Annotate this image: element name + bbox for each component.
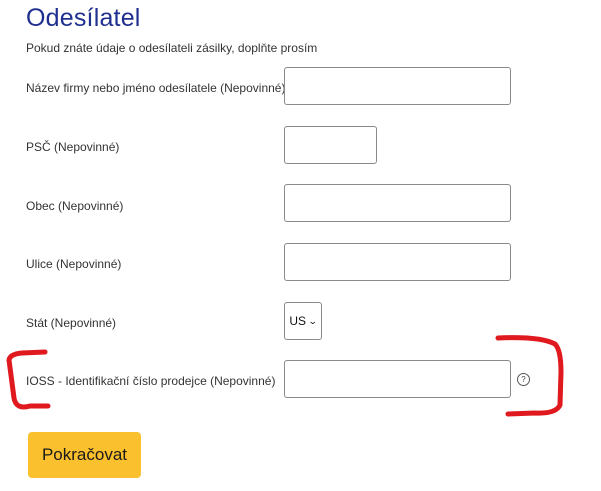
street-label: Ulice (Nepovinné) [26, 257, 122, 271]
ioss-field[interactable] [284, 360, 511, 398]
continue-button[interactable]: Pokračovat [28, 432, 141, 478]
country-label: Stát (Nepovinné) [26, 316, 117, 330]
city-field[interactable] [284, 184, 511, 222]
chevron-down-icon: ⌄ [307, 315, 318, 326]
ioss-label: IOSS - Identifikační číslo prodejce (Nep… [26, 374, 276, 388]
city-label: Obec (Nepovinné) [26, 199, 124, 213]
section-intro: Pokud znáte údaje o odesílateli zásilky,… [26, 41, 318, 55]
country-select[interactable]: US ⌄ [284, 302, 322, 340]
country-select-value: US [289, 314, 307, 328]
company-label: Název firmy nebo jméno odesílatele (Nepo… [26, 81, 286, 95]
zip-field[interactable] [284, 126, 377, 164]
question-circle-icon[interactable]: ? [517, 373, 530, 386]
sender-form: Odesílatel Pokud znáte údaje o odesílate… [0, 0, 601, 491]
company-name-field[interactable] [284, 67, 511, 105]
zip-label: PSČ (Nepovinné) [26, 140, 120, 154]
street-field[interactable] [284, 243, 511, 281]
section-title: Odesílatel [26, 4, 141, 32]
